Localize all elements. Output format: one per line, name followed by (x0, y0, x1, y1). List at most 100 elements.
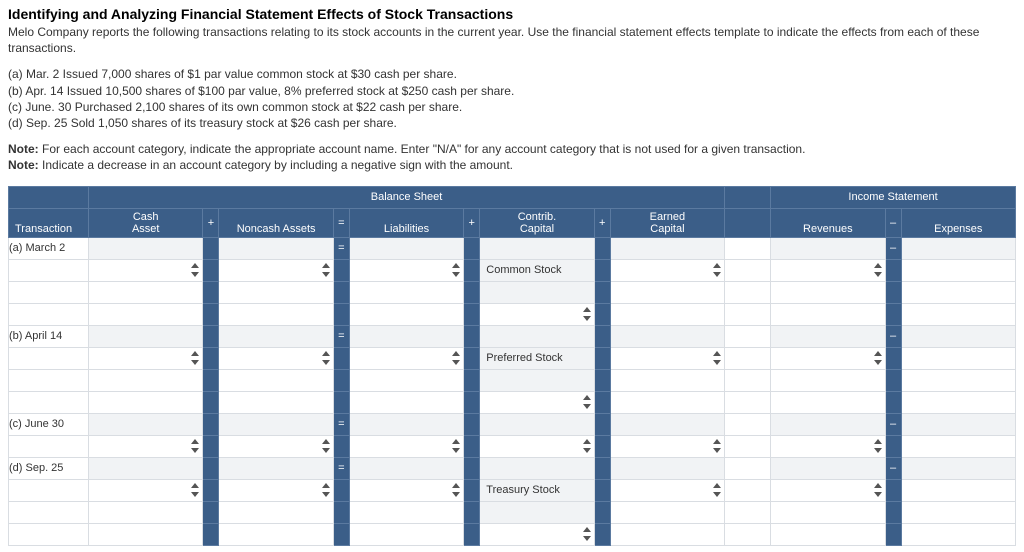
b-rev-amount[interactable] (771, 325, 885, 347)
c-liab-amount[interactable] (349, 413, 463, 435)
a-cash-amount[interactable] (89, 237, 203, 259)
note1-text: For each account category, indicate the … (42, 142, 805, 156)
c-contrib-account[interactable] (480, 436, 593, 457)
stepper-icon (191, 483, 199, 497)
a-noncash-account[interactable] (219, 260, 332, 281)
a-rev-amount[interactable] (771, 237, 885, 259)
stepper-icon (713, 439, 721, 453)
stepper-icon (583, 395, 591, 409)
c-earned-account[interactable] (611, 436, 724, 457)
b-contrib-account-2[interactable] (480, 392, 593, 413)
a-liab-account[interactable] (350, 260, 463, 281)
d-liab-account[interactable] (350, 480, 463, 501)
col-revenues: Revenues (771, 208, 885, 237)
b-noncash-amount[interactable] (219, 325, 333, 347)
d-earned-account[interactable] (611, 480, 724, 501)
b-earned-account[interactable] (611, 348, 724, 369)
transaction-c: (c) June. 30 Purchased 2,100 shares of i… (8, 99, 1016, 115)
stepper-icon (322, 439, 330, 453)
stepper-icon (191, 351, 199, 365)
a-contrib-amount-2[interactable] (480, 281, 594, 303)
b-contrib-account-1: Preferred Stock (480, 348, 593, 369)
d-noncash-amount[interactable] (219, 457, 333, 479)
d-contrib-amount-2[interactable] (480, 501, 594, 523)
c-cash-amount[interactable] (89, 413, 203, 435)
c-noncash-amount[interactable] (219, 413, 333, 435)
transaction-d: (d) Sep. 25 Sold 1,050 shares of its tre… (8, 115, 1016, 131)
stepper-icon (452, 439, 460, 453)
stepper-icon (713, 351, 721, 365)
op-eq: = (333, 208, 349, 237)
d-contrib-account-1: Treasury Stock (480, 480, 593, 501)
op-plus-1: + (203, 208, 219, 237)
b-exp-amount[interactable] (901, 325, 1015, 347)
a-exp-amount[interactable] (901, 237, 1015, 259)
b-cash-amount[interactable] (89, 325, 203, 347)
b-cash-account[interactable] (89, 348, 202, 369)
d-rev-account[interactable] (771, 480, 884, 501)
b-rev-account[interactable] (771, 348, 884, 369)
row-b-label: (b) April 14 (9, 325, 89, 347)
c-rev-amount[interactable] (771, 413, 885, 435)
stepper-icon (874, 483, 882, 497)
a-earned-amount[interactable] (610, 237, 724, 259)
group-income-statement: Income Statement (771, 186, 1016, 208)
b-noncash-account[interactable] (219, 348, 332, 369)
c-noncash-account[interactable] (219, 436, 332, 457)
note2-text: Indicate a decrease in an account catego… (42, 158, 513, 172)
d-earned-amount[interactable] (610, 457, 724, 479)
note1-prefix: Note: (8, 142, 39, 156)
a-contrib-amount[interactable] (480, 237, 594, 259)
d-cash-account[interactable] (89, 480, 202, 501)
col-earned-capital: EarnedCapital (610, 208, 724, 237)
stepper-icon (874, 351, 882, 365)
stepper-icon (322, 483, 330, 497)
stepper-icon (874, 263, 882, 277)
d-contrib-account-2[interactable] (480, 524, 593, 545)
a-liab-amount[interactable] (349, 237, 463, 259)
note2-prefix: Note: (8, 158, 39, 172)
a-earned-account[interactable] (611, 260, 724, 281)
transaction-a: (a) Mar. 2 Issued 7,000 shares of $1 par… (8, 66, 1016, 82)
a-contrib-account-2[interactable] (480, 304, 593, 325)
a-rev-account[interactable] (771, 260, 884, 281)
c-liab-account[interactable] (350, 436, 463, 457)
d-liab-amount[interactable] (349, 457, 463, 479)
a-cash-account[interactable] (89, 260, 202, 281)
a-contrib-account-1: Common Stock (480, 260, 593, 281)
stepper-icon (713, 263, 721, 277)
col-expenses: Expenses (901, 208, 1015, 237)
b-liab-amount[interactable] (349, 325, 463, 347)
stepper-icon (191, 439, 199, 453)
a-noncash-amount[interactable] (219, 237, 333, 259)
c-contrib-amount[interactable] (480, 413, 594, 435)
row-d-label: (d) Sep. 25 (9, 457, 89, 479)
notes-block: Note: For each account category, indicat… (8, 141, 1016, 173)
stepper-icon (322, 263, 330, 277)
op-plus-2: + (464, 208, 480, 237)
stepper-icon (583, 439, 591, 453)
transaction-list: (a) Mar. 2 Issued 7,000 shares of $1 par… (8, 66, 1016, 131)
stepper-icon (583, 307, 591, 321)
c-exp-amount[interactable] (901, 413, 1015, 435)
d-rev-amount[interactable] (771, 457, 885, 479)
stepper-icon (452, 263, 460, 277)
b-liab-account[interactable] (350, 348, 463, 369)
intro-paragraph: Melo Company reports the following trans… (8, 24, 1016, 56)
col-cash-asset: CashAsset (89, 208, 203, 237)
col-contrib-capital: Contrib.Capital (480, 208, 594, 237)
d-contrib-amount[interactable] (480, 457, 594, 479)
b-earned-amount[interactable] (610, 325, 724, 347)
group-balance-sheet: Balance Sheet (89, 186, 725, 208)
col-noncash-assets: Noncash Assets (219, 208, 333, 237)
c-earned-amount[interactable] (610, 413, 724, 435)
b-contrib-amount-2[interactable] (480, 369, 594, 391)
c-cash-account[interactable] (89, 436, 202, 457)
b-contrib-amount[interactable] (480, 325, 594, 347)
fse-table: Balance Sheet Income Statement Transacti… (8, 186, 1016, 546)
c-rev-account[interactable] (771, 436, 884, 457)
d-noncash-account[interactable] (219, 480, 332, 501)
row-c-label: (c) June 30 (9, 413, 89, 435)
d-exp-amount[interactable] (901, 457, 1015, 479)
d-cash-amount[interactable] (89, 457, 203, 479)
